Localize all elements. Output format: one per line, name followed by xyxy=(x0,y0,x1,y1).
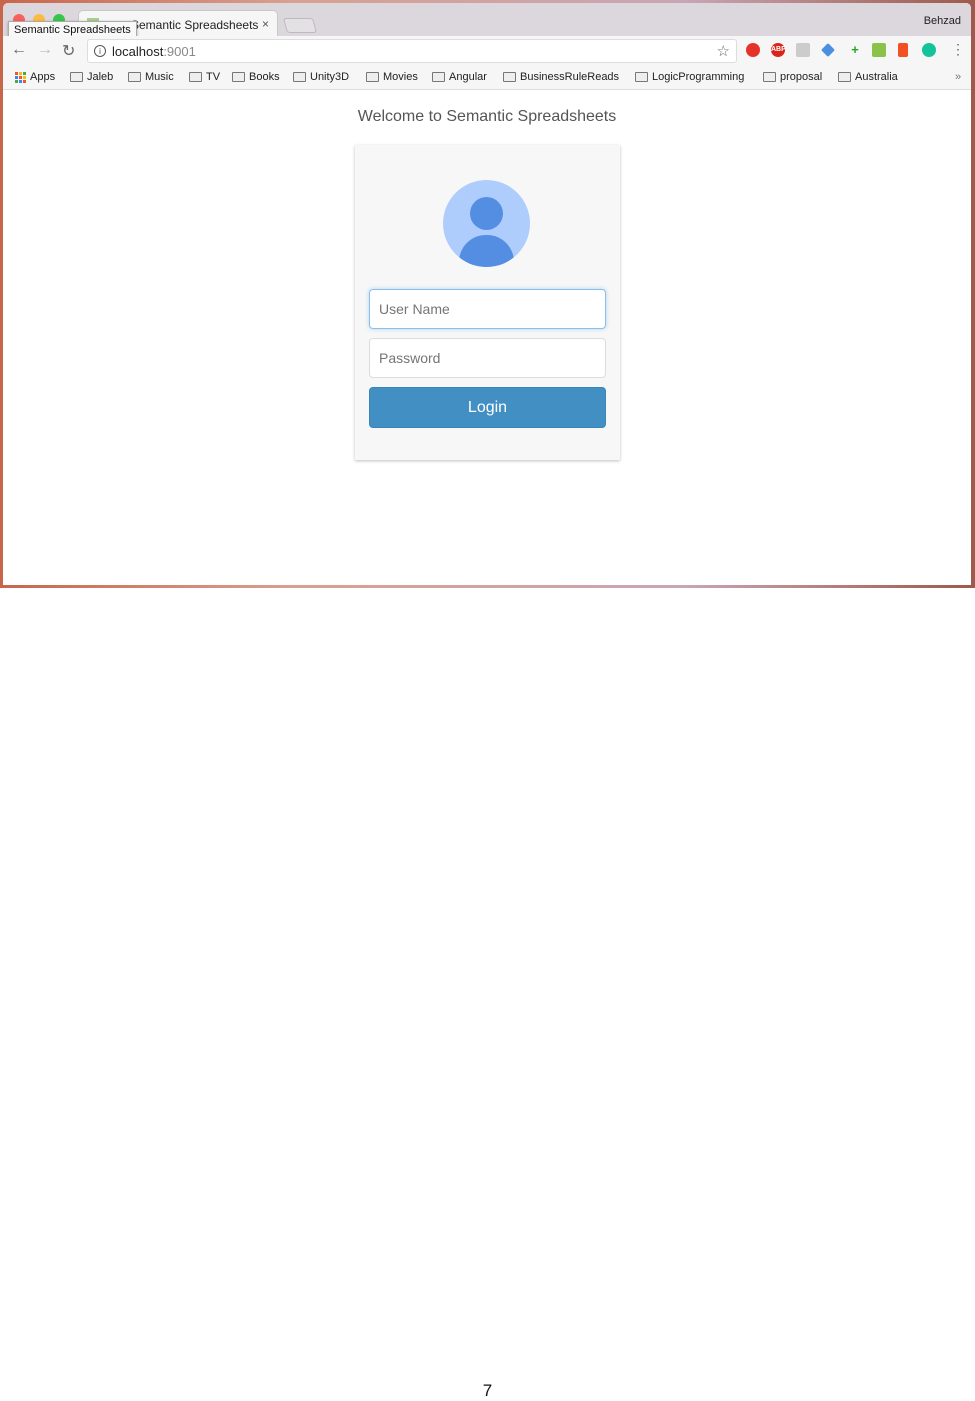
bookmark-star-icon[interactable]: ☆ xyxy=(717,42,730,60)
bookmark-label: Unity3D xyxy=(310,71,350,83)
info-icon[interactable]: i xyxy=(94,45,106,57)
bookmark-australia[interactable]: Australia xyxy=(838,71,898,83)
url-port: :9001 xyxy=(163,44,196,59)
login-button[interactable]: Login xyxy=(369,387,606,428)
folder-icon xyxy=(189,72,202,82)
add-icon[interactable]: + xyxy=(848,43,862,57)
bookmark-apps[interactable]: Apps xyxy=(15,71,55,83)
forward-icon[interactable]: → xyxy=(37,41,53,59)
bookmark-label: BusinessRuleReads xyxy=(520,71,620,83)
folder-icon xyxy=(70,72,83,82)
address-bar[interactable]: i localhost:9001 ☆ xyxy=(87,39,737,63)
grammarly-icon[interactable] xyxy=(922,43,936,57)
page-content: Welcome to Semantic Spreadsheets Login xyxy=(3,90,971,585)
login-card: Login xyxy=(355,145,620,460)
bookmark-label: proposal xyxy=(780,71,823,83)
bookmark-businessrulereads[interactable]: BusinessRuleReads xyxy=(503,71,619,83)
profile-name[interactable]: Behzad xyxy=(924,15,961,27)
drive-icon[interactable] xyxy=(796,43,810,57)
bookmark-jaleb[interactable]: Jaleb xyxy=(70,71,113,83)
tab-bar: Semantic Spreadsheets × Semantic Spreads… xyxy=(3,3,971,39)
bookmark-books[interactable]: Books xyxy=(232,71,280,83)
folder-icon xyxy=(432,72,445,82)
bookmark-label: Music xyxy=(145,71,174,83)
bookmarks-bar: Apps Jaleb Music TV Books Unity3D Movies… xyxy=(3,66,971,90)
opera-icon[interactable] xyxy=(746,43,760,57)
folder-icon xyxy=(635,72,648,82)
apps-icon xyxy=(15,71,26,83)
office-icon[interactable] xyxy=(898,43,908,57)
folder-icon xyxy=(838,72,851,82)
bookmarks-overflow-button[interactable]: » xyxy=(955,71,961,83)
back-icon[interactable]: ← xyxy=(11,41,27,59)
bookmark-logicprogramming[interactable]: LogicProgramming xyxy=(635,71,744,83)
folder-icon xyxy=(763,72,776,82)
bookmark-label: TV xyxy=(206,71,221,83)
tab-close-icon[interactable]: × xyxy=(262,17,269,31)
page-number: 7 xyxy=(482,1381,493,1400)
tab-title: Semantic Spreadsheets xyxy=(131,18,259,32)
folder-icon xyxy=(366,72,379,82)
bookmark-label: LogicProgramming xyxy=(652,71,745,83)
user-avatar-icon xyxy=(443,180,530,267)
bookmark-angular[interactable]: Angular xyxy=(432,71,487,83)
reload-icon[interactable]: ↻ xyxy=(62,41,75,61)
menu-icon[interactable]: ⋮ xyxy=(951,41,965,58)
folder-icon xyxy=(128,72,141,82)
toolbar: ← → ↻ i localhost:9001 ☆ ABP + ⋮ xyxy=(3,36,971,66)
username-input[interactable] xyxy=(369,289,606,329)
folder-icon xyxy=(232,72,245,82)
bookmark-proposal[interactable]: proposal xyxy=(763,71,822,83)
adblock-icon[interactable]: ABP xyxy=(771,43,786,57)
url-host: localhost xyxy=(112,44,164,59)
folder-icon xyxy=(503,72,516,82)
bookmark-label: Angular xyxy=(449,71,487,83)
bookmark-movies[interactable]: Movies xyxy=(366,71,418,83)
new-tab-button[interactable] xyxy=(282,18,318,33)
bookmark-label: Australia xyxy=(855,71,898,83)
bookmark-music[interactable]: Music xyxy=(128,71,174,83)
page-title: Welcome to Semantic Spreadsheets xyxy=(357,108,617,125)
browser-window: Semantic Spreadsheets × Semantic Spreads… xyxy=(3,3,971,585)
bookmark-tv[interactable]: TV xyxy=(189,71,220,83)
bookmark-label: Jaleb xyxy=(87,71,114,83)
bookmark-label: Movies xyxy=(383,71,418,83)
folder-icon xyxy=(293,72,306,82)
bookmark-label: Books xyxy=(249,71,280,83)
bookmark-unity3d[interactable]: Unity3D xyxy=(293,71,349,83)
bookmark-label: Apps xyxy=(30,71,56,83)
print-icon[interactable] xyxy=(872,43,886,57)
extension-icon[interactable] xyxy=(821,43,835,57)
password-input[interactable] xyxy=(369,338,606,378)
